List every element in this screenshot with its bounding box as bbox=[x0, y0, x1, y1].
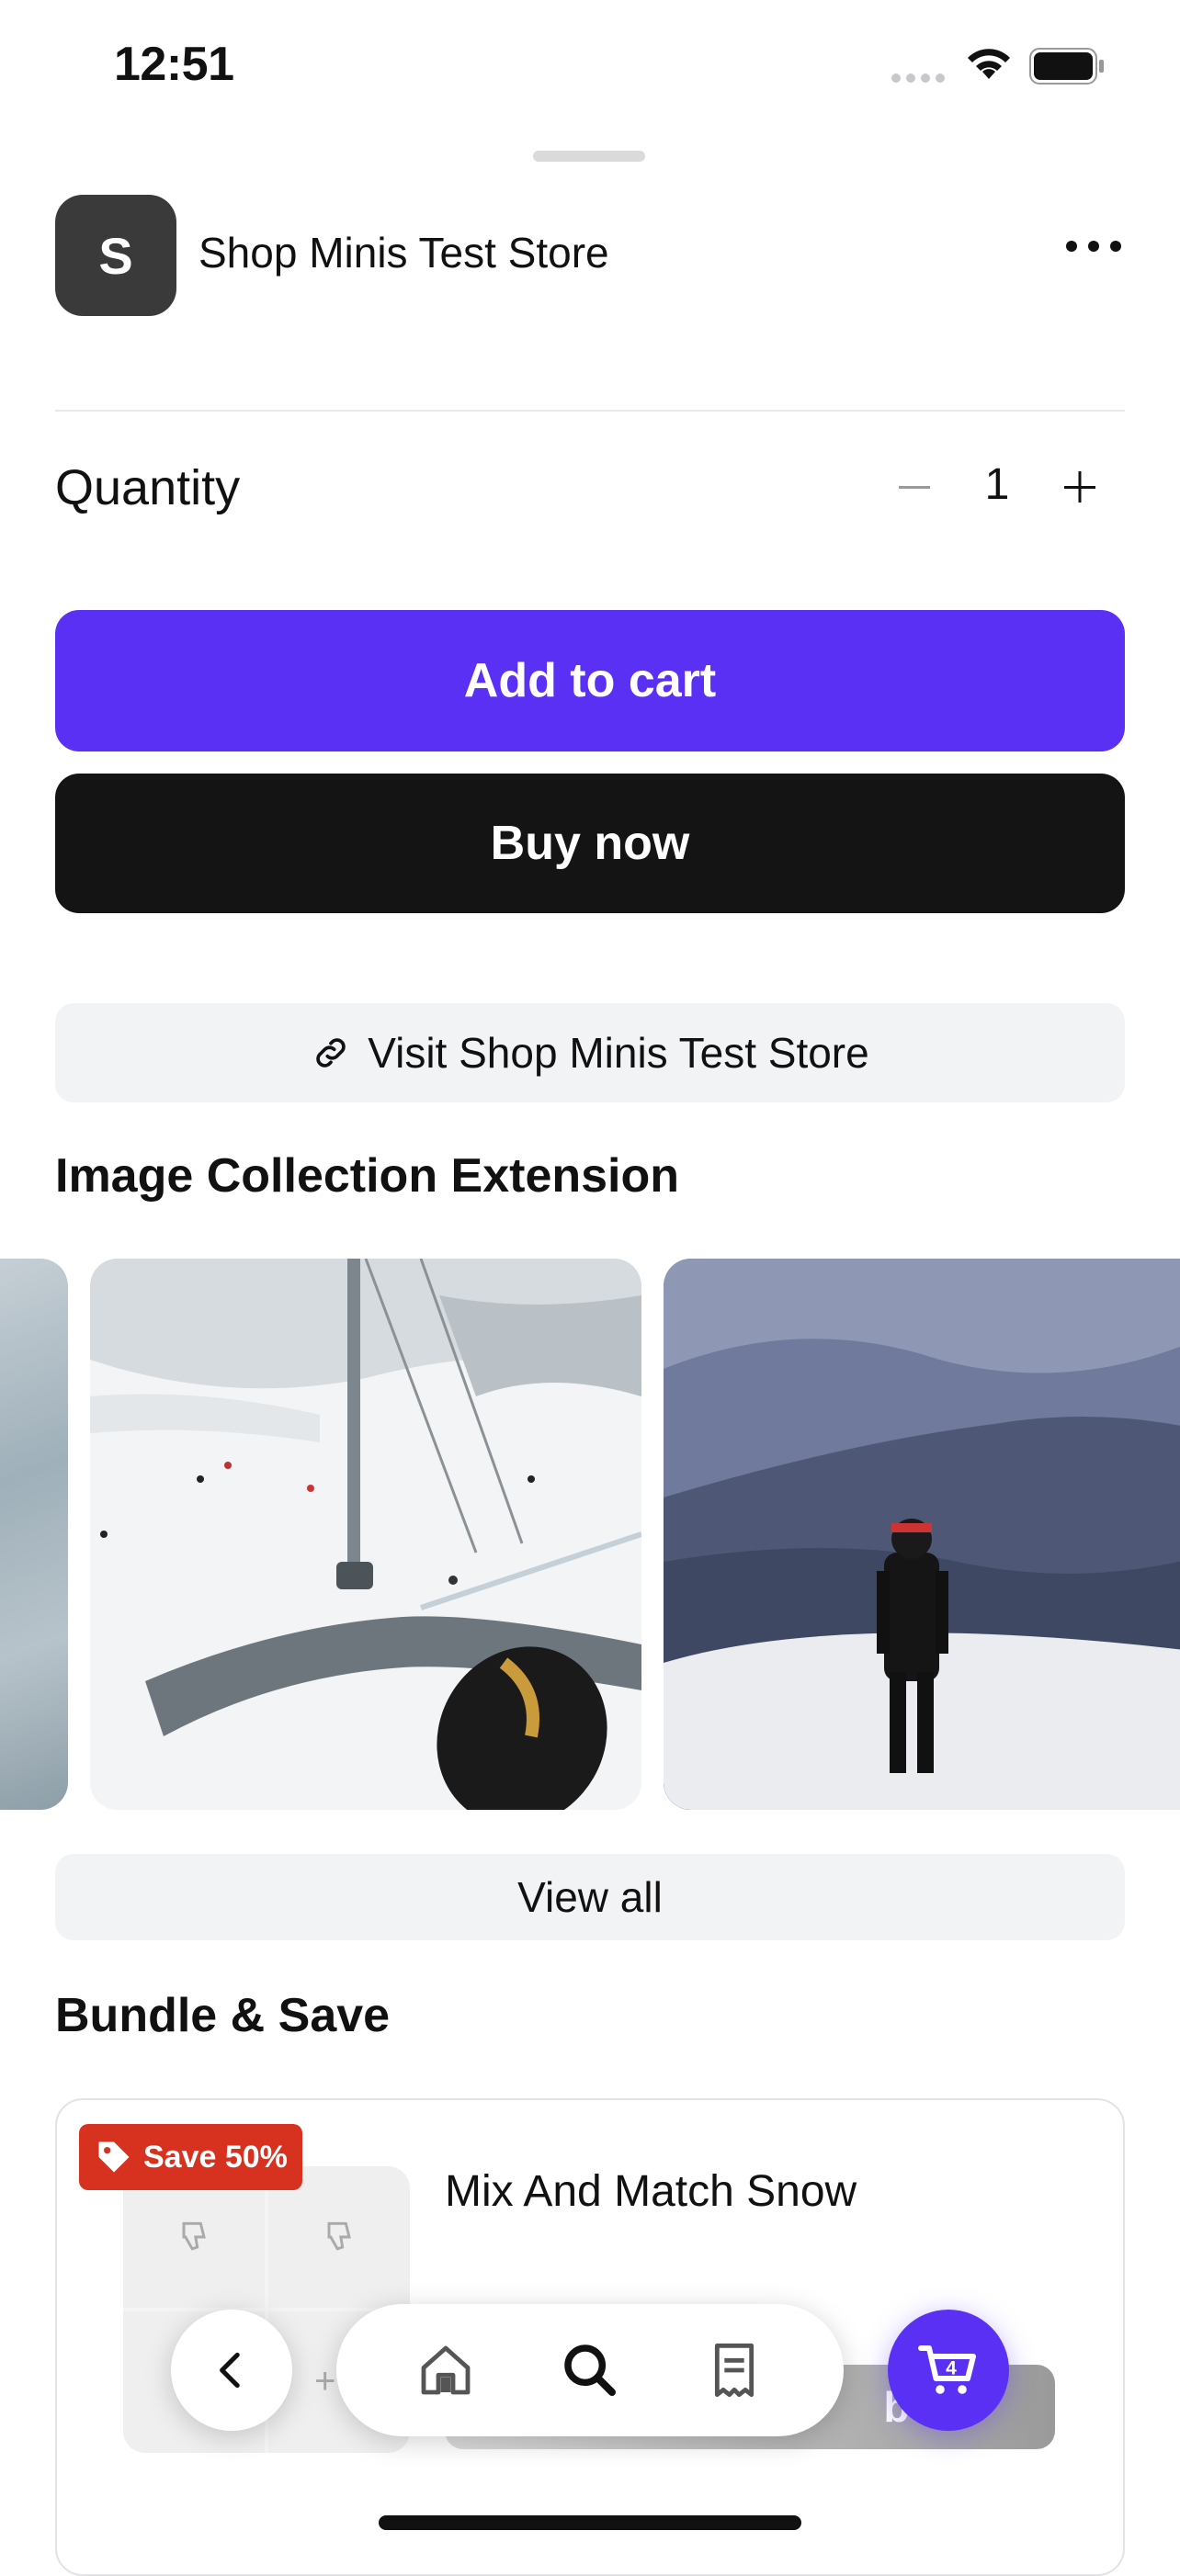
visit-store-button[interactable]: Visit Shop Minis Test Store bbox=[55, 1003, 1125, 1102]
visit-store-label: Visit Shop Minis Test Store bbox=[368, 1029, 869, 1077]
bundle-product-title[interactable]: Mix And Match Snow bbox=[445, 2166, 857, 2217]
home-icon[interactable] bbox=[416, 2341, 475, 2400]
more-options-icon[interactable] bbox=[1066, 241, 1121, 252]
home-indicator bbox=[379, 2515, 801, 2530]
quantity-value: 1 bbox=[984, 460, 1010, 509]
quantity-decrease-icon[interactable] bbox=[891, 459, 937, 514]
cart-icon: 4 bbox=[918, 2345, 976, 2394]
back-button[interactable] bbox=[171, 2310, 292, 2431]
cellular-signal-icon bbox=[891, 73, 947, 85]
cart-count: 4 bbox=[946, 2358, 957, 2379]
save-badge-label: Save 50% bbox=[143, 2139, 288, 2175]
quantity-increase-icon[interactable] bbox=[1057, 459, 1103, 514]
store-avatar[interactable]: S bbox=[55, 195, 176, 316]
placeholder-image-icon bbox=[327, 2221, 351, 2251]
divider bbox=[55, 410, 1125, 412]
view-all-button[interactable]: View all bbox=[55, 1854, 1125, 1940]
sheet-drag-handle[interactable] bbox=[533, 151, 645, 162]
bundle-title: Bundle & Save bbox=[55, 1989, 391, 2042]
link-icon bbox=[316, 1038, 346, 1068]
collection-image[interactable] bbox=[0, 1259, 68, 1810]
save-badge: Save 50% bbox=[79, 2124, 302, 2190]
placeholder-image-icon bbox=[182, 2221, 206, 2251]
store-name[interactable]: Shop Minis Test Store bbox=[199, 228, 609, 277]
quantity-label: Quantity bbox=[55, 460, 241, 515]
bottom-nav bbox=[336, 2304, 844, 2436]
search-icon[interactable] bbox=[561, 2341, 619, 2400]
orders-receipt-icon[interactable] bbox=[705, 2341, 764, 2400]
wifi-icon bbox=[968, 49, 1010, 79]
collection-image[interactable] bbox=[664, 1259, 1180, 1810]
collection-image[interactable] bbox=[90, 1259, 641, 1810]
buy-now-button[interactable]: Buy now bbox=[55, 774, 1125, 913]
image-collection-title: Image Collection Extension bbox=[55, 1149, 680, 1203]
chevron-left-icon bbox=[220, 2352, 240, 2389]
cart-button[interactable]: 4 bbox=[888, 2310, 1009, 2431]
add-to-cart-button[interactable]: Add to cart bbox=[55, 610, 1125, 751]
battery-icon bbox=[1029, 48, 1104, 85]
plus-icon: + bbox=[314, 2361, 336, 2401]
tag-icon bbox=[98, 2141, 130, 2173]
status-time: 12:51 bbox=[114, 38, 234, 91]
